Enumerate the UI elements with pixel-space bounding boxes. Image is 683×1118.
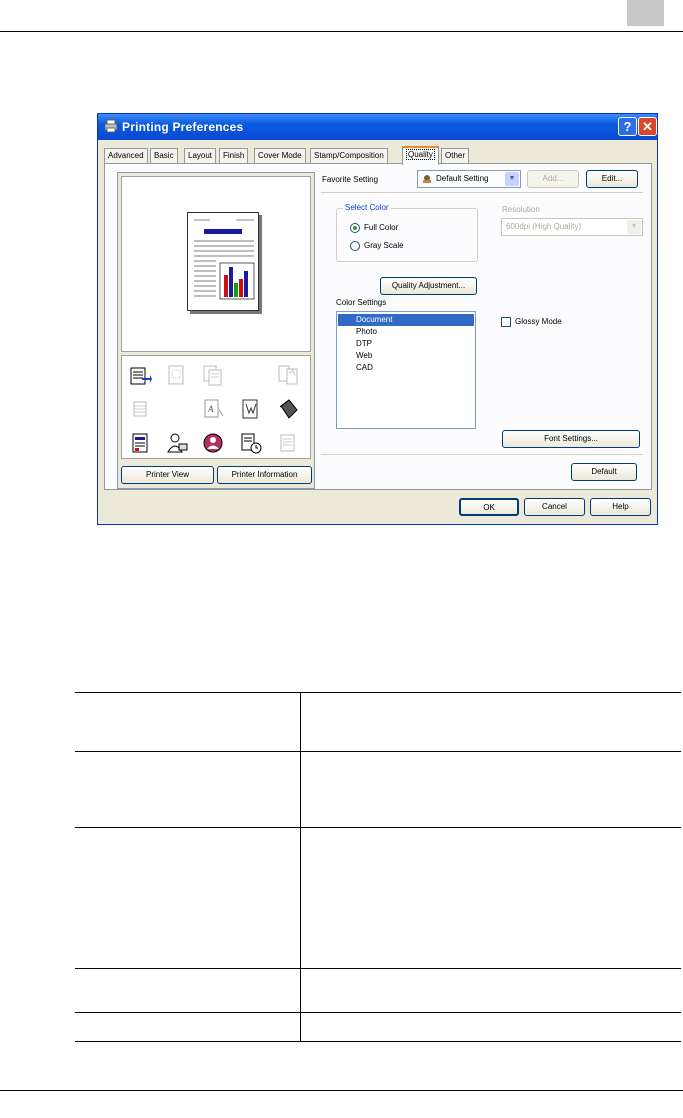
copies-icon	[203, 365, 222, 386]
tab-quality-label: Quality	[406, 149, 435, 160]
favorite-setting-label: Favorite Setting	[322, 175, 379, 184]
overlay-icon	[242, 399, 258, 419]
chevron-down-icon[interactable]: ▼	[505, 172, 519, 186]
list-item[interactable]: Photo	[338, 326, 474, 338]
svg-text:A: A	[207, 404, 214, 414]
table-rule	[75, 692, 681, 693]
document-preview-graphic	[194, 219, 255, 300]
secure-print-icon	[241, 433, 262, 454]
color-settings-label: Color Settings	[336, 298, 387, 307]
resolution-label: Resolution	[502, 205, 540, 214]
color-settings-list[interactable]: Document Photo DTP Web CAD	[336, 311, 476, 429]
favorite-setting-value: Default Setting	[436, 174, 489, 183]
tab-stamp-composition[interactable]: Stamp/Composition	[310, 148, 388, 164]
favorite-setting-select[interactable]: Default Setting ▼	[417, 170, 521, 188]
table-rule	[75, 1041, 681, 1042]
resolution-value: 600dpi (High Quality)	[506, 222, 582, 231]
printer-information-button[interactable]: Printer Information	[217, 466, 312, 484]
tab-basic[interactable]: Basic	[150, 148, 178, 164]
tab-finish[interactable]: Finish	[219, 148, 249, 164]
blank-sheet-icon	[280, 434, 295, 452]
preview-pane: A Printer View Printer Information	[117, 172, 315, 489]
glossy-mode-label: Glossy Mode	[515, 317, 562, 326]
edit-favorite-button[interactable]: Edit...	[586, 170, 638, 188]
table-rule	[75, 827, 681, 828]
font-settings-button[interactable]: Font Settings...	[502, 430, 640, 448]
table-rule	[75, 751, 681, 752]
list-item[interactable]: Document	[338, 314, 474, 326]
tab-cover-mode[interactable]: Cover Mode	[254, 148, 306, 164]
gray-scale-radio[interactable]	[350, 241, 360, 251]
table-column-divider	[300, 692, 301, 1041]
user-auth-icon	[167, 433, 188, 453]
full-color-radio[interactable]	[350, 223, 360, 233]
printing-preferences-dialog: Printing Preferences ? ✕ Advanced Basic …	[97, 113, 658, 525]
tab-advanced[interactable]: Advanced	[104, 148, 148, 164]
default-button[interactable]: Default	[571, 463, 637, 481]
printer-view-button[interactable]: Printer View	[121, 466, 214, 484]
favorite-setting-icon	[423, 175, 431, 183]
chevron-down-icon[interactable]: ▼	[627, 220, 641, 234]
help-button[interactable]: Help	[590, 498, 651, 516]
watermark-icon: A	[204, 399, 224, 418]
list-item[interactable]: CAD	[338, 362, 474, 374]
footer-rule	[0, 1090, 683, 1091]
list-item[interactable]: DTP	[338, 338, 474, 350]
tab-quality[interactable]: Quality	[402, 146, 439, 165]
staple-grid-icon	[168, 365, 184, 385]
help-title-button[interactable]: ?	[618, 117, 637, 136]
header-rule	[0, 31, 683, 32]
ok-button[interactable]: OK	[459, 498, 519, 516]
cancel-button[interactable]: Cancel	[524, 498, 585, 516]
tab-layout[interactable]: Layout	[184, 148, 217, 164]
header-separator	[321, 192, 643, 193]
page-preview	[121, 176, 311, 352]
document-preview-image	[187, 212, 259, 311]
printer-icon	[104, 119, 118, 133]
dialog-title: Printing Preferences	[122, 120, 244, 134]
table-rule	[75, 968, 681, 969]
glossy-mode-checkbox[interactable]	[501, 317, 511, 327]
title-bar[interactable]: Printing Preferences ? ✕	[98, 114, 657, 140]
quality-panel: A Printer View Printer Information Favor…	[104, 163, 652, 490]
page-number-box	[627, 0, 664, 26]
list-item[interactable]: Web	[338, 350, 474, 362]
diamond-pages-icon	[279, 399, 298, 419]
table-rule	[75, 1012, 681, 1013]
account-track-icon	[203, 433, 223, 453]
gray-scale-label: Gray Scale	[364, 241, 404, 250]
booklet-icon	[278, 365, 298, 385]
footer-separator	[321, 454, 643, 455]
function-icons-area: A	[121, 355, 311, 459]
stack-pages-icon	[133, 401, 147, 417]
select-color-group: Select Color Full Color Gray Scale	[336, 203, 478, 262]
printer-view-icon	[130, 367, 152, 385]
close-button[interactable]: ✕	[638, 117, 657, 136]
document-colored-icon	[132, 433, 148, 453]
add-favorite-button[interactable]: Add...	[527, 170, 579, 188]
full-color-label: Full Color	[364, 223, 399, 232]
resolution-select[interactable]: 600dpi (High Quality) ▼	[501, 218, 643, 236]
tab-other[interactable]: Other	[441, 148, 470, 164]
select-color-title: Select Color	[343, 203, 391, 212]
quality-adjustment-button[interactable]: Quality Adjustment...	[380, 277, 477, 295]
